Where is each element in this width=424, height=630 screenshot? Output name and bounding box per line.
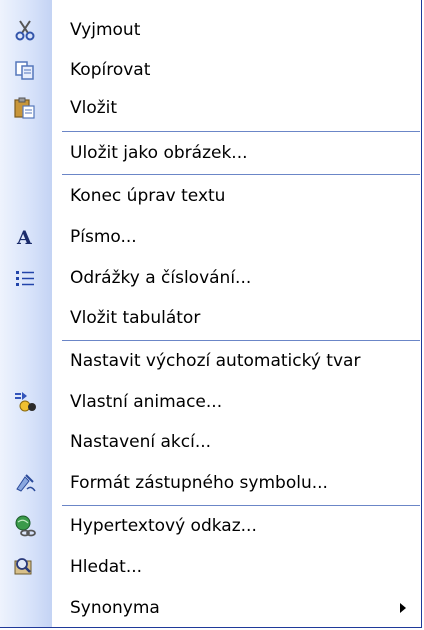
menu-item-label: Nastavení akcí... (70, 432, 212, 452)
copy-icon (12, 57, 38, 83)
menu-item-find[interactable]: Hledat... (0, 548, 420, 586)
menu-item-copy[interactable]: Kopírovat (0, 51, 420, 89)
menu-item-font[interactable]: A Písmo... (0, 218, 420, 256)
menu-item-label: Uložit jako obrázek... (70, 143, 248, 163)
menu-item-hyperlink[interactable]: Hypertextový odkaz... (0, 507, 420, 545)
menu-separator (62, 505, 420, 506)
menu-item-label: Vložit (70, 98, 118, 118)
menu-item-label: Vložit tabulátor (70, 308, 201, 328)
svg-text:A: A (16, 227, 32, 248)
menu-item-format-placeholder[interactable]: Formát zástupného symbolu... (0, 464, 420, 502)
menu-item-label: Odrážky a číslování... (70, 268, 252, 288)
format-icon (12, 470, 38, 496)
menu-item-action-settings[interactable]: Nastavení akcí... (0, 423, 420, 461)
menu-item-label: Písmo... (70, 227, 137, 247)
menu-item-label: Kopírovat (70, 60, 151, 80)
menu-item-label: Hypertextový odkaz... (70, 516, 257, 536)
hyperlink-icon (12, 513, 38, 539)
menu-item-label: Hledat... (70, 557, 143, 577)
bullets-icon (12, 265, 38, 291)
menu-item-label: Konec úprav textu (70, 186, 226, 206)
menu-item-label: Formát zástupného symbolu... (70, 473, 328, 493)
paste-icon (12, 95, 38, 121)
cut-icon (12, 17, 38, 43)
context-menu: Vyjmout Kopírovat Vložit Uložit jako obr… (0, 0, 422, 628)
menu-item-label: Vlastní animace... (70, 392, 223, 412)
menu-item-label: Synonyma (70, 598, 160, 618)
menu-item-label: Vyjmout (70, 20, 141, 40)
submenu-arrow-icon (400, 603, 406, 613)
menu-item-paste[interactable]: Vložit (0, 89, 420, 127)
menu-item-save-as-picture[interactable]: Uložit jako obrázek... (0, 134, 420, 172)
search-icon (12, 554, 38, 580)
menu-separator (62, 174, 420, 175)
animation-icon (12, 389, 38, 415)
font-icon: A (12, 224, 38, 250)
menu-item-bullets-numbering[interactable]: Odrážky a číslování... (0, 259, 420, 297)
menu-item-exit-text-edit[interactable]: Konec úprav textu (0, 177, 420, 215)
menu-item-synonyms[interactable]: Synonyma (0, 589, 420, 627)
menu-item-insert-tab[interactable]: Vložit tabulátor (0, 299, 420, 337)
menu-item-custom-animation[interactable]: Vlastní animace... (0, 383, 420, 421)
menu-item-set-default-autoshape[interactable]: Nastavit výchozí automatický tvar (0, 342, 420, 380)
menu-item-label: Nastavit výchozí automatický tvar (70, 351, 361, 371)
menu-separator (62, 340, 420, 341)
menu-separator (62, 131, 420, 132)
menu-item-cut[interactable]: Vyjmout (0, 11, 420, 49)
